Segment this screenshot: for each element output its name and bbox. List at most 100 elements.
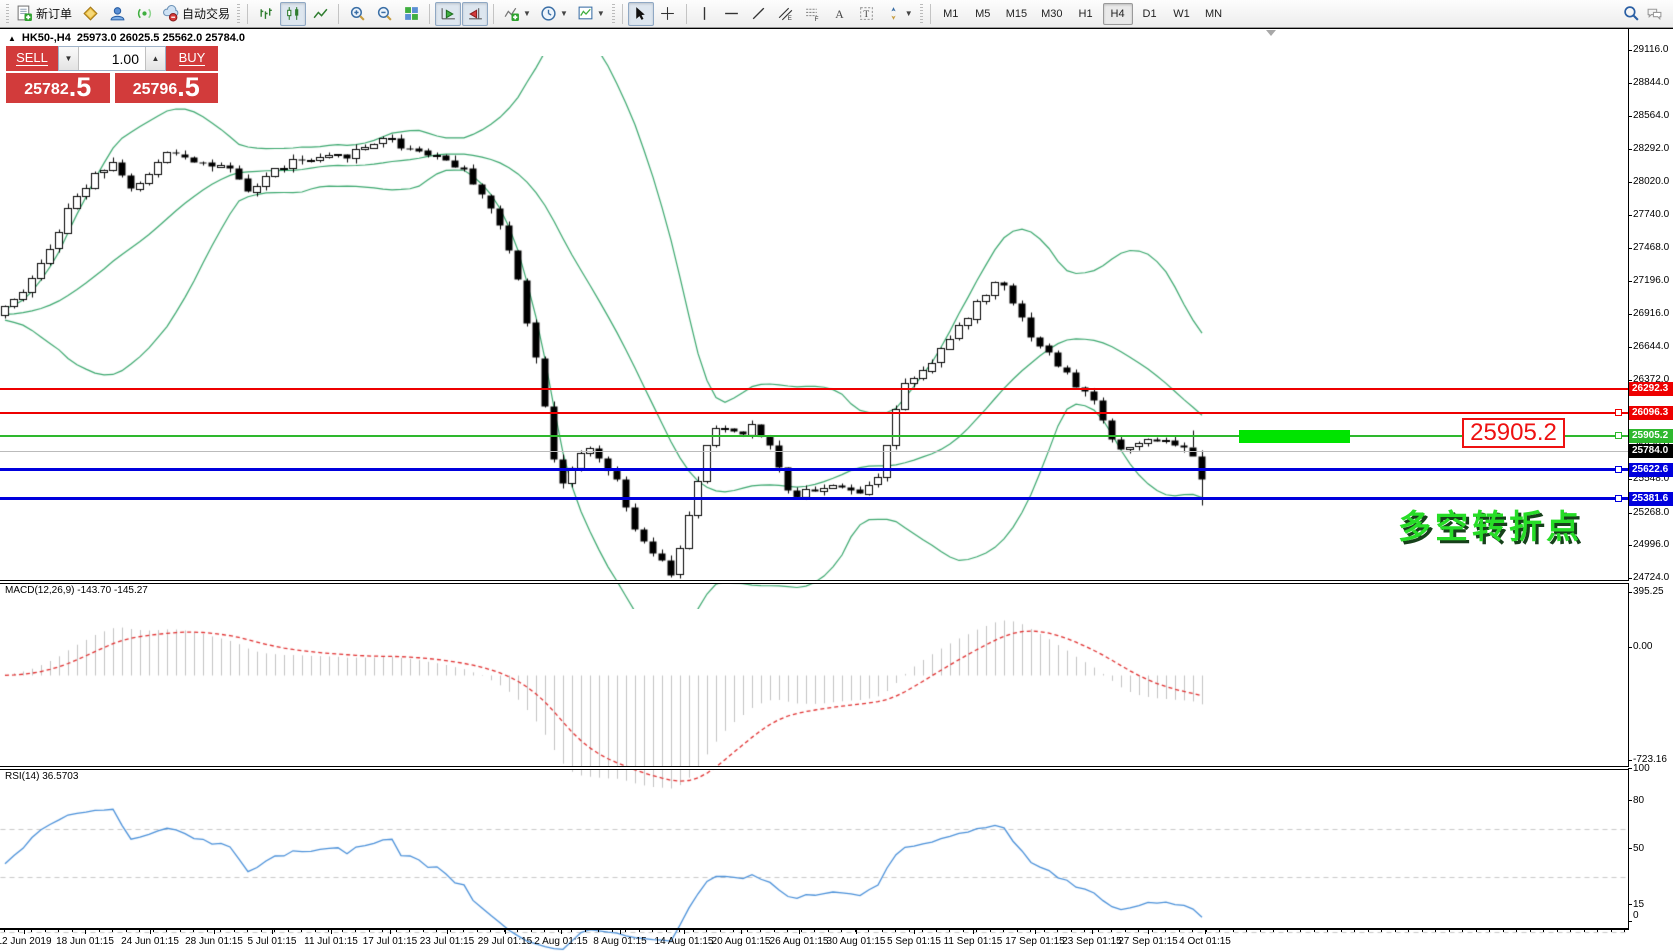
volume-decrease-button[interactable]: ▼: [59, 47, 79, 70]
main-chart-canvas[interactable]: [0, 56, 1628, 609]
sell-price-block[interactable]: 25782 .5: [6, 73, 110, 103]
time-minor-tick: [1300, 930, 1301, 932]
timeframe-m1-button[interactable]: M1: [936, 3, 966, 25]
time-tick-label: 18 Jun 01:15: [56, 936, 114, 947]
volume-increase-button[interactable]: ▲: [145, 47, 165, 70]
time-minor-tick: [4, 930, 5, 932]
indicators-button[interactable]: ▼: [499, 2, 535, 26]
horizontal-line-tool-button[interactable]: [719, 2, 745, 26]
cursor-tool-button[interactable]: [627, 1, 654, 26]
time-minor-tick: [369, 930, 370, 932]
timeframe-m5-button[interactable]: M5: [968, 3, 998, 25]
bar-chart-button[interactable]: [253, 2, 279, 26]
time-tick-label: 4 Oct 01:15: [1179, 936, 1231, 947]
periods-button[interactable]: ▼: [536, 2, 572, 26]
rsi-tick-label: 0: [1633, 910, 1639, 921]
vertical-line-tool-button[interactable]: [692, 2, 718, 26]
time-minor-tick: [1570, 930, 1571, 932]
rsi-tick-mark: [1628, 768, 1632, 769]
line-end-marker[interactable]: [1615, 431, 1622, 439]
community-button[interactable]: [104, 2, 130, 26]
chinese-annotation[interactable]: 多空转折点: [1398, 500, 1583, 548]
time-tick-label: 20 Aug 01:15: [711, 936, 771, 947]
time-minor-tick: [1341, 930, 1342, 932]
text-tool-button[interactable]: A: [827, 2, 853, 26]
dropdown-caret-icon: ▼: [596, 9, 605, 18]
timeframe-h4-button[interactable]: H4: [1102, 2, 1133, 25]
toolbar-grip[interactable]: [611, 3, 615, 24]
buy-button[interactable]: BUY: [166, 46, 218, 71]
search-icon[interactable]: [1623, 5, 1640, 22]
time-minor-tick: [1557, 930, 1558, 932]
zoom-out-button[interactable]: [371, 2, 397, 26]
time-tick-label: 11 Jul 01:15: [304, 936, 358, 947]
toolbar-grip[interactable]: [237, 3, 241, 24]
crosshair-tool-button[interactable]: [655, 2, 681, 26]
arrows-tool-button[interactable]: ▼: [881, 2, 917, 26]
price-tick-label: 29116.0: [1633, 44, 1669, 55]
time-minor-tick: [274, 930, 275, 932]
new-order-button[interactable]: 新订单: [12, 2, 76, 26]
timeframe-mn-button[interactable]: MN: [1199, 3, 1229, 25]
candlestick-chart-button[interactable]: [280, 1, 307, 26]
line-end-marker[interactable]: [1615, 465, 1622, 473]
time-minor-tick: [1381, 930, 1382, 932]
line-chart-button[interactable]: [307, 2, 333, 26]
level-line-26292.3[interactable]: [0, 388, 1628, 391]
svg-text:A: A: [836, 8, 845, 21]
gold-button[interactable]: [77, 2, 103, 26]
time-minor-tick: [868, 930, 869, 932]
label-tool-button[interactable]: T: [854, 2, 880, 26]
zoom-in-button[interactable]: [344, 2, 370, 26]
time-minor-tick: [58, 930, 59, 932]
volume-value[interactable]: 1.00: [79, 47, 145, 70]
chat-icon[interactable]: [1646, 5, 1663, 22]
time-minor-tick: [477, 930, 478, 932]
price-tick-mark: [1628, 50, 1632, 51]
level-line-26096.3[interactable]: [0, 412, 1628, 415]
time-minor-tick: [1503, 930, 1504, 932]
price-callout-box[interactable]: 25905.2: [1462, 418, 1565, 448]
tile-windows-button[interactable]: [398, 2, 424, 26]
line-end-marker[interactable]: [1615, 409, 1622, 417]
time-minor-tick: [1314, 930, 1315, 932]
timeframe-m30-button[interactable]: M30: [1035, 3, 1068, 25]
line-end-marker[interactable]: [1615, 494, 1622, 502]
collapse-icon[interactable]: ▲: [8, 34, 16, 43]
chart-shift-button[interactable]: [462, 1, 489, 26]
timeframe-w1-button[interactable]: W1: [1167, 3, 1197, 25]
timeframe-d1-button[interactable]: D1: [1135, 3, 1165, 25]
signals-button[interactable]: [131, 2, 157, 26]
trendline-tool-button[interactable]: [746, 2, 772, 26]
time-minor-tick: [342, 930, 343, 932]
time-minor-tick: [787, 930, 788, 932]
rsi-panel-separator[interactable]: [0, 766, 1629, 770]
auto-scroll-button[interactable]: [435, 1, 462, 26]
chart-shift-marker[interactable]: [1266, 30, 1276, 36]
auto-scroll-icon: [441, 8, 455, 20]
buy-price-main: 25796: [132, 81, 178, 98]
autotrading-button[interactable]: 自动交易: [158, 2, 234, 26]
level-line-25381.6[interactable]: [0, 497, 1628, 501]
sell-button[interactable]: SELL: [6, 46, 58, 71]
timeframe-h1-button[interactable]: H1: [1071, 3, 1101, 25]
level-line-25622.6[interactable]: [0, 468, 1628, 472]
highlight-zone[interactable]: [1239, 430, 1350, 443]
channel-tool-button[interactable]: E: [773, 2, 799, 26]
time-minor-tick: [234, 930, 235, 932]
level-line-25905.2[interactable]: [0, 434, 1628, 437]
toolbar-grip[interactable]: [919, 3, 923, 24]
macd-panel-separator[interactable]: [0, 580, 1629, 584]
vertical-line-icon: [704, 7, 706, 20]
price-tick-label: 27468.0: [1633, 242, 1670, 254]
rsi-tick-mark: [1628, 800, 1632, 801]
time-minor-tick: [261, 930, 262, 932]
price-tick-label: 28564.0: [1633, 110, 1670, 122]
buy-price-block[interactable]: 25796 .5: [114, 73, 218, 103]
timeframe-m15-button[interactable]: M15: [1000, 3, 1033, 25]
time-minor-tick: [1530, 930, 1531, 932]
templates-button[interactable]: ▼: [573, 2, 609, 26]
toolbar-grip[interactable]: [6, 3, 9, 24]
macd-tick-label: 0.00: [1633, 641, 1653, 652]
fibonacci-tool-button[interactable]: F: [800, 2, 826, 26]
